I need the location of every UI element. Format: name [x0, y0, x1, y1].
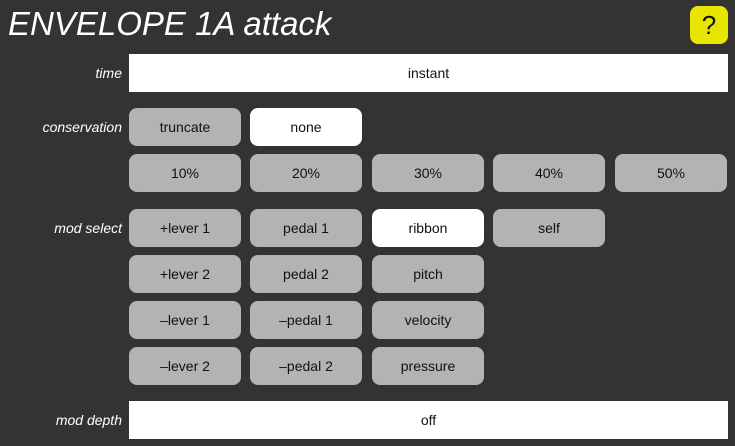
conservation-label: conservation [42, 119, 122, 135]
mod-minus-lever-2-button[interactable]: –lever 2 [129, 347, 241, 385]
mod-depth-label: mod depth [55, 412, 122, 428]
conservation-40-button[interactable]: 40% [493, 154, 605, 192]
time-field[interactable]: instant [129, 54, 728, 92]
mod-ribbon-button[interactable]: ribbon [372, 209, 484, 247]
help-button[interactable]: ? [690, 6, 728, 44]
conservation-truncate-button[interactable]: truncate [129, 108, 241, 146]
mod-plus-lever-1-button[interactable]: +lever 1 [129, 209, 241, 247]
time-label: time [95, 65, 122, 81]
conservation-50-button[interactable]: 50% [615, 154, 727, 192]
mod-pressure-button[interactable]: pressure [372, 347, 484, 385]
mod-pitch-button[interactable]: pitch [372, 255, 484, 293]
mod-self-button[interactable]: self [493, 209, 605, 247]
conservation-10-button[interactable]: 10% [129, 154, 241, 192]
mod-pedal-2-button[interactable]: pedal 2 [250, 255, 362, 293]
conservation-20-button[interactable]: 20% [250, 154, 362, 192]
mod-pedal-1-button[interactable]: pedal 1 [250, 209, 362, 247]
mod-select-label: mod select [54, 220, 122, 236]
page-title: ENVELOPE 1A attack [8, 5, 332, 42]
mod-minus-lever-1-button[interactable]: –lever 1 [129, 301, 241, 339]
mod-minus-pedal-2-button[interactable]: –pedal 2 [250, 347, 362, 385]
mod-velocity-button[interactable]: velocity [372, 301, 484, 339]
mod-depth-field[interactable]: off [129, 401, 728, 439]
conservation-none-button[interactable]: none [250, 108, 362, 146]
conservation-30-button[interactable]: 30% [372, 154, 484, 192]
mod-plus-lever-2-button[interactable]: +lever 2 [129, 255, 241, 293]
mod-minus-pedal-1-button[interactable]: –pedal 1 [250, 301, 362, 339]
